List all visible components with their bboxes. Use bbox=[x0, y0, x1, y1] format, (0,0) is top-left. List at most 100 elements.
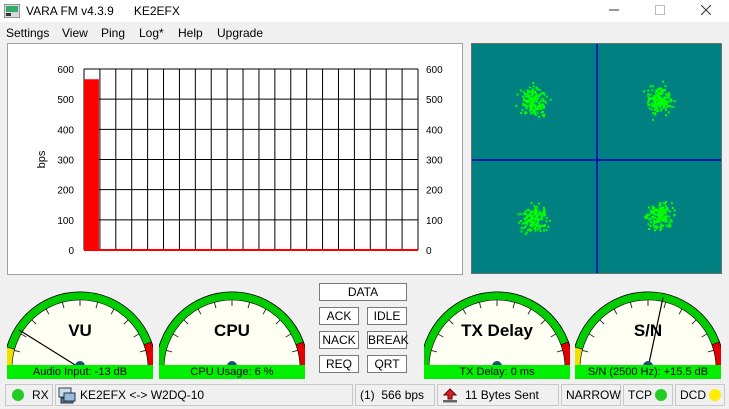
sn-meter: S/N S/N (2500 Hz): +15.5 dB bbox=[571, 277, 725, 379]
constellation-point bbox=[649, 85, 652, 88]
callsign-label: KE2EFX bbox=[133, 4, 180, 18]
constellation-point bbox=[545, 95, 548, 98]
constellation-point bbox=[533, 205, 536, 208]
constellation-point bbox=[659, 105, 662, 108]
constellation-point bbox=[540, 107, 543, 110]
constellation-point bbox=[534, 92, 537, 95]
nack-button[interactable]: NACK bbox=[319, 331, 359, 349]
constellation-point bbox=[668, 221, 671, 224]
constellation-point bbox=[543, 93, 546, 96]
throughput-chart: 600 600 500 500 400 400 300 300 200 200 100 100 0 0 bp… bbox=[36, 65, 443, 257]
y-tick-label-right: 300 bbox=[426, 156, 443, 167]
cpu-meter: CPU CPU Usage: 6 % bbox=[155, 277, 309, 384]
constellation-point bbox=[525, 222, 528, 225]
constellation-point bbox=[651, 212, 654, 215]
req-button[interactable]: REQ bbox=[319, 355, 359, 373]
constellation-point bbox=[656, 217, 659, 220]
constellation-point bbox=[658, 220, 661, 223]
menu-help[interactable]: Help bbox=[178, 26, 203, 40]
constellation-point bbox=[523, 97, 526, 100]
constellation-point bbox=[525, 212, 528, 215]
y-axis-label: bps bbox=[36, 150, 48, 168]
constellation-point bbox=[648, 213, 651, 216]
menu-log[interactable]: Log* bbox=[139, 26, 164, 40]
constellation-point bbox=[532, 103, 535, 106]
constellation-point bbox=[534, 112, 537, 115]
constellation-point bbox=[537, 202, 540, 205]
constellation-point bbox=[649, 225, 652, 227]
constellation-point bbox=[662, 89, 665, 92]
constellation-point bbox=[663, 98, 666, 101]
menu-upgrade[interactable]: Upgrade bbox=[217, 26, 263, 40]
constellation-point bbox=[540, 99, 543, 102]
minimize-button[interactable] bbox=[591, 0, 637, 22]
constellation-point bbox=[524, 210, 527, 213]
y-tick-label-left: 200 bbox=[57, 186, 74, 197]
constellation-point bbox=[660, 89, 663, 92]
constellation-point bbox=[524, 217, 527, 220]
maximize-icon bbox=[655, 5, 665, 15]
constellation-point bbox=[667, 111, 670, 114]
y-tick-label-right: 600 bbox=[426, 65, 443, 76]
close-icon bbox=[700, 4, 712, 16]
constellation-point bbox=[535, 217, 538, 220]
constellation-point bbox=[523, 99, 525, 102]
constellation-point bbox=[524, 226, 526, 229]
constellation-point bbox=[664, 106, 667, 109]
y-tick-label-left: 300 bbox=[57, 156, 74, 167]
throughput-chart-panel: 600 600 500 500 400 400 300 300 200 200 100 100 0 0 bp… bbox=[7, 43, 463, 275]
constellation-point bbox=[649, 93, 652, 96]
constellation-point bbox=[537, 97, 539, 100]
rx-led-icon bbox=[12, 389, 24, 401]
menu-view[interactable]: View bbox=[62, 26, 88, 40]
constellation-point bbox=[515, 104, 518, 107]
constellation-point bbox=[654, 112, 657, 115]
constellation-point bbox=[662, 218, 665, 221]
constellation-point bbox=[656, 209, 658, 212]
constellation-point bbox=[528, 104, 531, 107]
constellation-point bbox=[669, 100, 672, 103]
menu-settings[interactable]: Settings bbox=[6, 26, 49, 40]
constellation-point bbox=[530, 202, 533, 205]
menu-ping[interactable]: Ping bbox=[101, 26, 125, 40]
constellation-point bbox=[668, 215, 671, 218]
constellation-point bbox=[542, 99, 545, 102]
constellation-point bbox=[529, 90, 532, 93]
constellation-point bbox=[664, 85, 667, 88]
constellation-point bbox=[533, 100, 536, 103]
constellation-point bbox=[541, 216, 543, 219]
ack-button[interactable]: ACK bbox=[319, 307, 359, 325]
constellation-point bbox=[549, 219, 552, 222]
constellation-point bbox=[649, 217, 652, 220]
constellation-point bbox=[534, 229, 537, 232]
constellation-point bbox=[543, 229, 545, 232]
constellation-point bbox=[659, 225, 662, 228]
constellation-point bbox=[532, 85, 535, 88]
maximize-button[interactable] bbox=[637, 0, 683, 22]
constellation-point bbox=[666, 101, 669, 104]
constellation-point bbox=[543, 213, 546, 215]
vu-title: VU bbox=[68, 321, 92, 340]
data-button[interactable]: DATA bbox=[319, 283, 407, 301]
constellation-point bbox=[531, 223, 533, 226]
constellation-point bbox=[536, 222, 539, 225]
break-button[interactable]: BREAK bbox=[367, 331, 409, 349]
txdelay-readout: TX Delay: 0 ms bbox=[459, 366, 535, 378]
constellation-point bbox=[538, 101, 541, 104]
constellation-point bbox=[529, 215, 532, 217]
constellation-point bbox=[524, 111, 527, 114]
constellation-point bbox=[518, 221, 521, 224]
tcp-label: TCP bbox=[628, 388, 652, 402]
qrt-button[interactable]: QRT bbox=[367, 355, 407, 373]
idle-button[interactable]: IDLE bbox=[367, 307, 407, 325]
constellation-point bbox=[672, 105, 675, 108]
constellation-point bbox=[520, 227, 523, 230]
constellation-point bbox=[537, 105, 540, 108]
constellation-point bbox=[535, 210, 537, 212]
cpu-readout: CPU Usage: 6 % bbox=[190, 366, 274, 378]
constellation-point bbox=[652, 85, 654, 88]
constellation-point bbox=[654, 94, 657, 97]
constellation-point bbox=[531, 107, 534, 110]
close-button[interactable] bbox=[683, 0, 729, 22]
constellation-point bbox=[659, 109, 662, 112]
